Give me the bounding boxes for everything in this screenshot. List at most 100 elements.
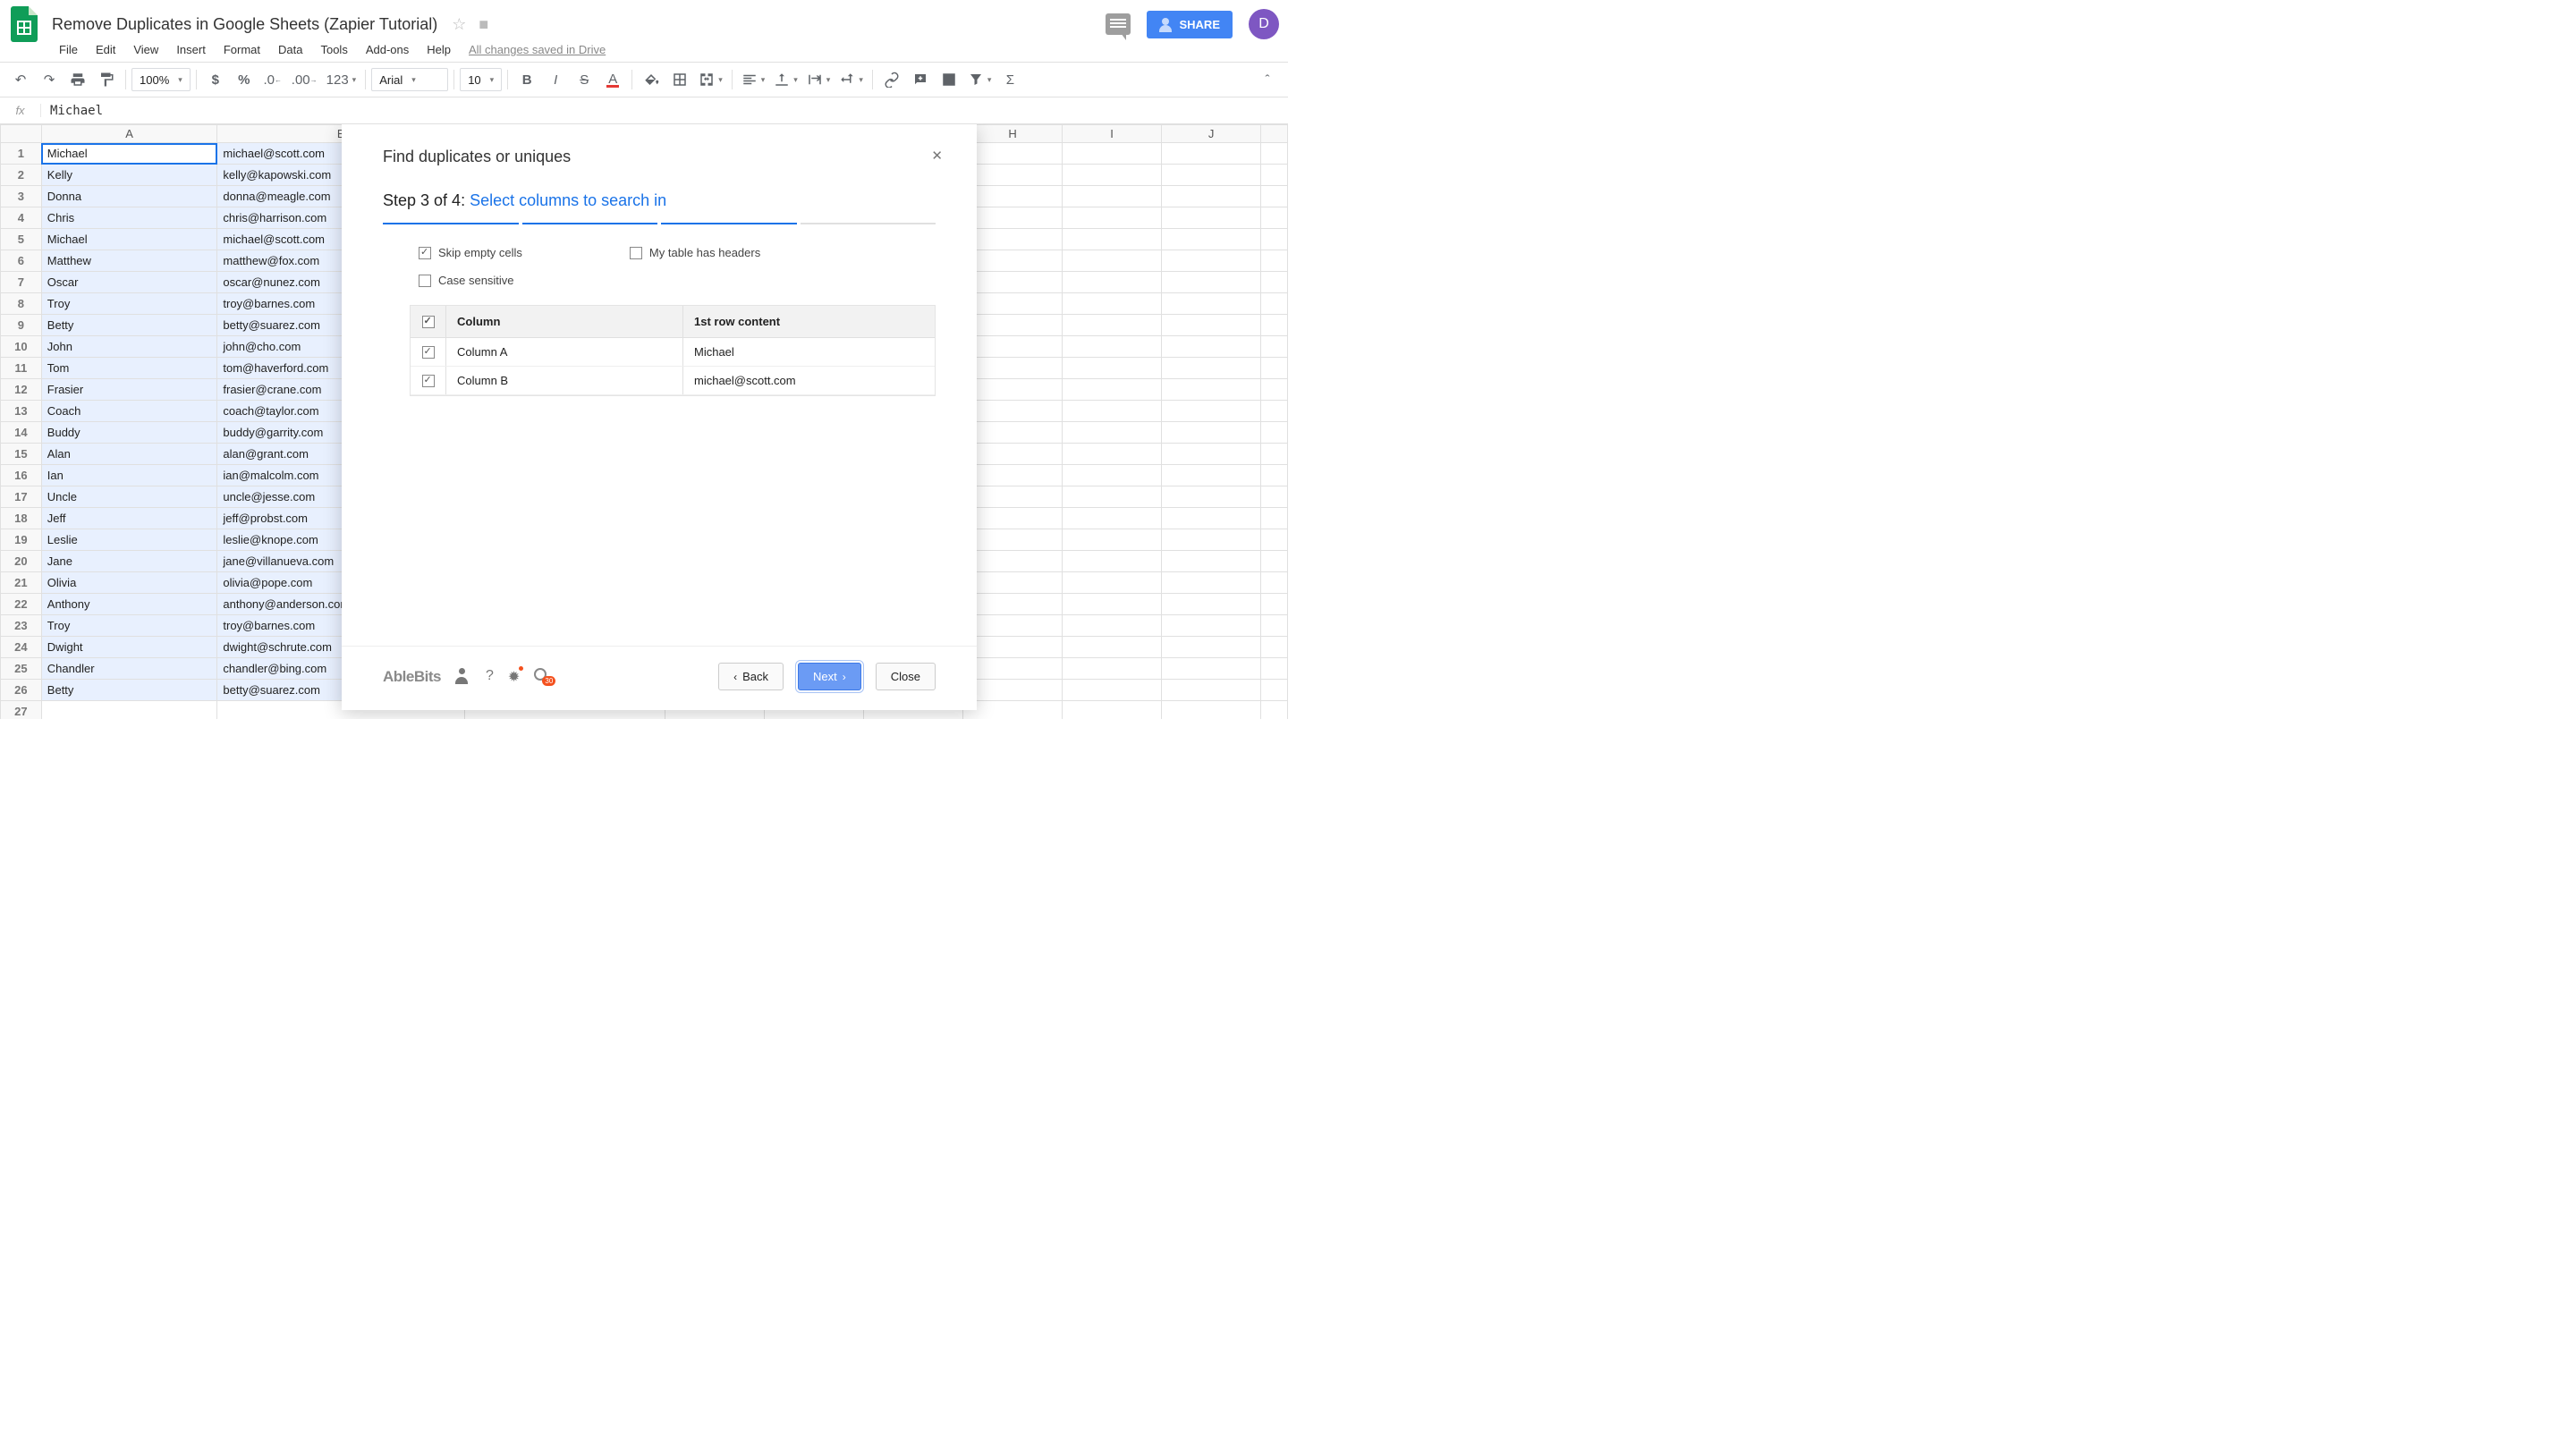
borders-icon[interactable] [666,66,693,93]
folder-icon[interactable]: ■ [479,15,488,34]
cell[interactable] [963,379,1063,401]
cell[interactable]: Chandler [41,658,217,680]
account-avatar[interactable]: D [1249,9,1279,39]
decrease-decimal-icon[interactable]: .0← [259,66,286,93]
row-header[interactable]: 22 [1,594,42,615]
col-header-A[interactable]: A [41,125,217,143]
cell[interactable] [1261,272,1288,293]
cell[interactable] [1162,422,1261,444]
cell[interactable] [1162,207,1261,229]
cell[interactable] [963,551,1063,572]
cell[interactable] [1162,165,1261,186]
cell[interactable] [1261,358,1288,379]
cell[interactable] [1162,637,1261,658]
cell[interactable] [1162,250,1261,272]
cell[interactable] [963,250,1063,272]
cell[interactable] [1162,358,1261,379]
doc-title[interactable]: Remove Duplicates in Google Sheets (Zapi… [52,15,437,34]
cell[interactable] [963,572,1063,594]
help-icon[interactable]: ? [486,668,494,686]
row-header[interactable]: 17 [1,486,42,508]
cell[interactable] [1162,229,1261,250]
sheets-logo[interactable] [9,4,39,44]
row-header[interactable]: 23 [1,615,42,637]
cell[interactable]: Jeff [41,508,217,529]
row-header[interactable]: 5 [1,229,42,250]
cell[interactable] [1063,401,1162,422]
cell[interactable] [1162,508,1261,529]
close-icon[interactable]: ✕ [931,148,946,164]
cell[interactable] [1261,551,1288,572]
cell[interactable] [1063,529,1162,551]
cell[interactable]: Buddy [41,422,217,444]
cell[interactable] [963,293,1063,315]
fill-color-icon[interactable] [638,66,665,93]
menu-addons[interactable]: Add-ons [366,43,409,56]
redo-icon[interactable]: ↷ [36,66,63,93]
bold-icon[interactable]: B [513,66,540,93]
row-header[interactable]: 10 [1,336,42,358]
cell[interactable] [1162,551,1261,572]
cell[interactable] [1261,444,1288,465]
cell[interactable] [1162,701,1261,720]
col-header-H[interactable]: H [963,125,1063,143]
font-size-select[interactable]: 10▾ [460,68,502,91]
cell[interactable]: Ian [41,465,217,486]
paint-format-icon[interactable] [93,66,120,93]
cell[interactable] [1063,379,1162,401]
cell[interactable]: Matthew [41,250,217,272]
cell[interactable] [963,529,1063,551]
text-wrap-icon[interactable] [803,66,835,93]
cell[interactable] [1063,207,1162,229]
cell[interactable] [1063,315,1162,336]
cell[interactable]: Tom [41,358,217,379]
cell[interactable]: Anthony [41,594,217,615]
cell[interactable]: Betty [41,680,217,701]
cell[interactable]: Troy [41,293,217,315]
cell[interactable] [1063,594,1162,615]
cell[interactable] [1261,658,1288,680]
menu-tools[interactable]: Tools [320,43,347,56]
formula-input[interactable]: Michael [41,104,103,118]
row-header[interactable]: 14 [1,422,42,444]
row-header[interactable]: 19 [1,529,42,551]
menu-format[interactable]: Format [224,43,260,56]
cell[interactable] [963,508,1063,529]
cell[interactable] [963,229,1063,250]
cell[interactable] [1261,572,1288,594]
back-button[interactable]: ‹Back [718,663,784,690]
cell[interactable] [963,637,1063,658]
next-button[interactable]: Next› [798,663,861,690]
case-sensitive-checkbox[interactable]: Case sensitive [419,274,522,287]
cell[interactable] [1261,315,1288,336]
cell[interactable] [1162,680,1261,701]
bug-report-icon[interactable]: ✹ [508,668,520,686]
cell[interactable] [963,336,1063,358]
has-headers-checkbox[interactable]: My table has headers [630,246,760,259]
row-header[interactable]: 3 [1,186,42,207]
col-header-I[interactable]: I [1063,125,1162,143]
cell[interactable] [1063,422,1162,444]
row-header[interactable]: 15 [1,444,42,465]
cell[interactable] [1162,444,1261,465]
cell[interactable] [963,444,1063,465]
cell[interactable] [1162,615,1261,637]
vertical-align-icon[interactable] [770,66,801,93]
row-header[interactable]: 8 [1,293,42,315]
cell[interactable] [963,143,1063,165]
cell[interactable] [1162,143,1261,165]
cell[interactable]: Chris [41,207,217,229]
cell[interactable] [1162,529,1261,551]
row-header[interactable]: 4 [1,207,42,229]
cell[interactable]: Dwight [41,637,217,658]
cell[interactable] [963,315,1063,336]
cell[interactable] [1063,658,1162,680]
cell[interactable] [1162,486,1261,508]
row-header[interactable]: 26 [1,680,42,701]
menu-file[interactable]: File [59,43,78,56]
col-header-J[interactable]: J [1162,125,1261,143]
row-header[interactable]: 13 [1,401,42,422]
cell[interactable] [1063,572,1162,594]
cell[interactable] [1162,401,1261,422]
row-header[interactable]: 21 [1,572,42,594]
